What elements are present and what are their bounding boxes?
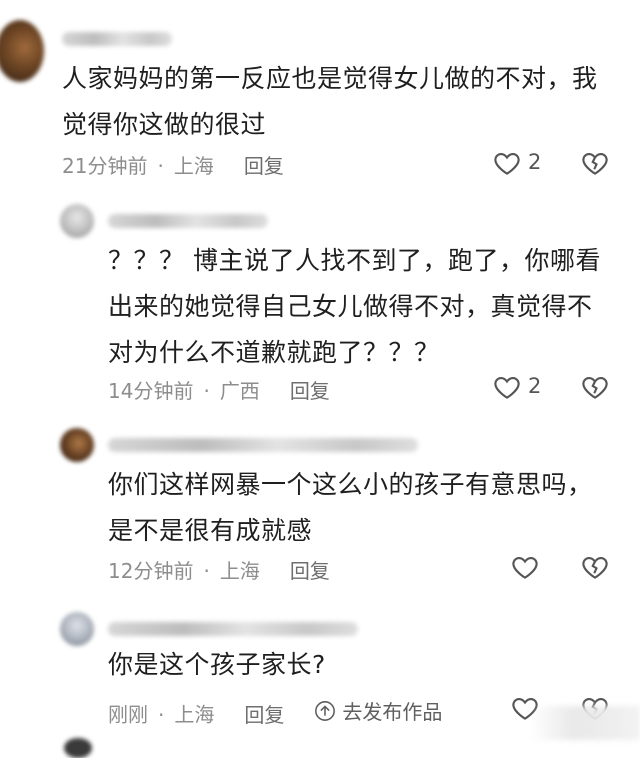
watermark-blurred [530, 706, 640, 740]
meta-separator: · [158, 702, 165, 727]
meta-separator: · [203, 559, 210, 583]
avatar[interactable] [60, 204, 94, 238]
timestamp: 刚刚 [108, 702, 148, 727]
arrow-up-circle-icon [315, 700, 336, 721]
timestamp: 14分钟前 [108, 379, 194, 403]
avatar[interactable] [0, 20, 44, 82]
broken-heart-icon[interactable] [580, 552, 610, 582]
comment-meta: 12分钟前 · 上海 回复 [108, 555, 330, 584]
timestamp: 12分钟前 [108, 559, 194, 583]
heart-outline-icon[interactable] [492, 148, 522, 178]
avatar[interactable] [60, 612, 94, 646]
location: 上海 [219, 559, 260, 583]
meta-separator: · [157, 154, 164, 178]
comment-text: ？？？ 博主说了人找不到了，跑了，你哪看 出来的她觉得自己女儿做得不对，真觉得不… [108, 246, 601, 367]
avatar[interactable] [60, 428, 94, 462]
username-blurred[interactable] [108, 214, 268, 228]
reply-button[interactable]: 回复 [290, 559, 330, 583]
heart-outline-icon[interactable] [492, 372, 522, 402]
comment-text: 你们这样网暴一个这么小的孩子有意思吗， 是不是很有成就感 [108, 470, 593, 545]
reply-button[interactable]: 回复 [244, 703, 284, 727]
heart-outline-icon[interactable] [510, 552, 540, 582]
comment-text: 人家妈妈的第一反应也是觉得女儿做的不对，我 觉得你这做的很过 [62, 64, 598, 139]
like-count: 2 [528, 150, 542, 174]
go-publish-button[interactable]: 去发布作品 [314, 696, 442, 725]
location: 上海 [173, 154, 214, 178]
comment-meta: 21分钟前 · 上海 回复 [62, 150, 284, 179]
like-count: 2 [528, 374, 542, 398]
meta-separator: · [203, 379, 210, 403]
avatar[interactable] [64, 738, 92, 758]
timestamp: 21分钟前 [62, 154, 148, 178]
username-blurred[interactable] [62, 32, 172, 46]
username-blurred[interactable] [108, 438, 418, 452]
broken-heart-icon[interactable] [580, 372, 610, 402]
comment-meta: 刚刚 · 上海 回复 去发布作品 [108, 696, 442, 728]
reply-button[interactable]: 回复 [290, 379, 330, 403]
go-publish-label: 去发布作品 [342, 700, 443, 724]
location: 上海 [174, 702, 215, 727]
location: 广西 [219, 379, 260, 403]
broken-heart-icon[interactable] [580, 148, 610, 178]
reply-button[interactable]: 回复 [244, 154, 284, 178]
comment-text: 你是这个孩子家长? [108, 650, 326, 679]
comment-meta: 14分钟前 · 广西 回复 [108, 375, 330, 404]
username-blurred[interactable] [108, 622, 358, 636]
